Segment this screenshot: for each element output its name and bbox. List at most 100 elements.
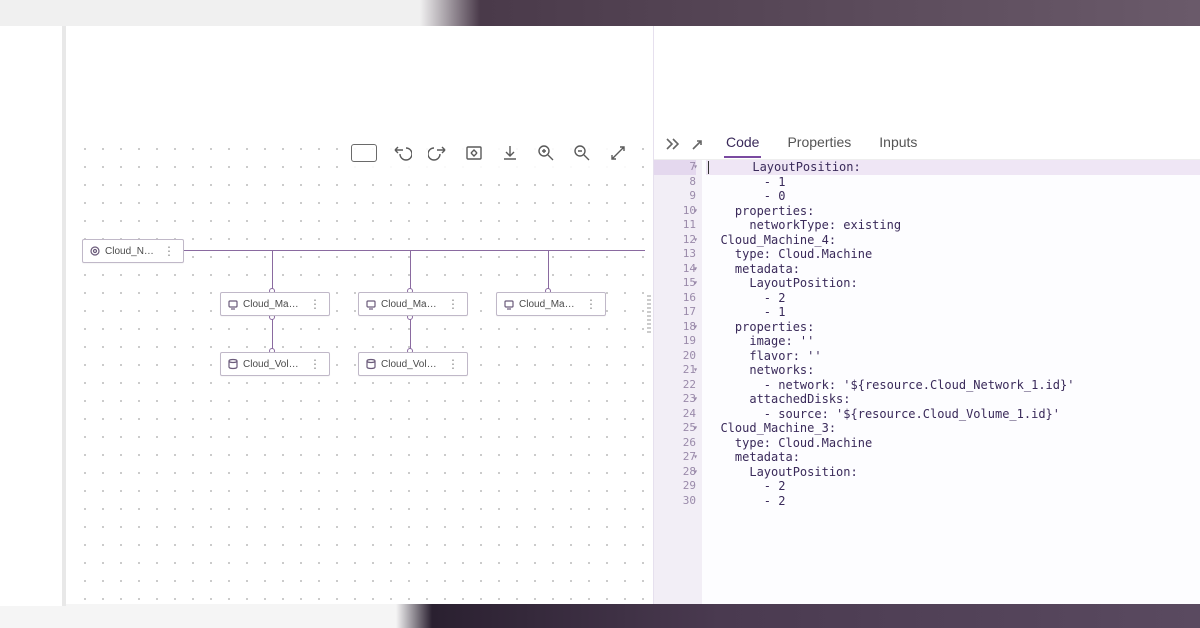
- node-cloud-volume[interactable]: Cloud_Volume... ⋮: [358, 352, 468, 376]
- splitter-grip-icon: [647, 295, 651, 335]
- code-line[interactable]: - 1: [706, 175, 1200, 190]
- connector: [410, 250, 411, 292]
- node-label: Cloud_Networ...: [105, 246, 157, 257]
- download-icon: [500, 143, 520, 163]
- node-menu-button[interactable]: ⋮: [307, 298, 323, 310]
- fold-toggle-icon[interactable]: ▾: [693, 450, 698, 465]
- fold-toggle-icon[interactable]: ▾: [693, 392, 698, 407]
- code-line[interactable]: - 2: [706, 494, 1200, 509]
- node-menu-button[interactable]: ⋮: [161, 245, 177, 257]
- line-number: 11: [654, 218, 696, 233]
- code-text-area[interactable]: LayoutPosition: - 1 - 0 properties: netw…: [702, 160, 1200, 604]
- expand-icon: [608, 143, 628, 163]
- expand-button[interactable]: [607, 142, 629, 164]
- line-number-gutter: 7▾8910▾1112▾1314▾15▾161718▾192021▾2223▾2…: [654, 160, 702, 604]
- undo-button[interactable]: [391, 142, 413, 164]
- fold-toggle-icon[interactable]: ▾: [693, 262, 698, 277]
- code-line[interactable]: - 2: [706, 291, 1200, 306]
- line-number: 22: [654, 378, 696, 393]
- code-line[interactable]: networks:: [706, 363, 1200, 378]
- line-number: 14▾: [654, 262, 696, 277]
- tab-properties[interactable]: Properties: [785, 128, 853, 158]
- code-line[interactable]: image: '': [706, 334, 1200, 349]
- line-number: 17: [654, 305, 696, 320]
- zoom-out-button[interactable]: [571, 142, 593, 164]
- pane-splitter[interactable]: [645, 26, 653, 604]
- line-number: 24: [654, 407, 696, 422]
- left-gutter: [0, 26, 66, 606]
- fold-toggle-icon[interactable]: ▾: [693, 204, 698, 219]
- bottom-border: [0, 604, 1200, 628]
- line-number: 30: [654, 494, 696, 509]
- code-line[interactable]: type: Cloud.Machine: [706, 247, 1200, 262]
- code-line[interactable]: - 1: [706, 305, 1200, 320]
- fold-toggle-icon[interactable]: ▾: [693, 421, 698, 436]
- node-cloud-network[interactable]: Cloud_Networ... ⋮: [82, 239, 184, 263]
- fit-button[interactable]: [463, 142, 485, 164]
- code-line[interactable]: - 0: [706, 189, 1200, 204]
- collapse-panel-button[interactable]: [662, 134, 680, 152]
- line-number: 8: [654, 175, 696, 190]
- node-cloud-volume[interactable]: Cloud_Volume... ⋮: [220, 352, 330, 376]
- top-border: [0, 0, 1200, 26]
- fold-toggle-icon[interactable]: ▾: [693, 465, 698, 480]
- node-label: Cloud_Machin...: [519, 299, 579, 310]
- line-number: 20: [654, 349, 696, 364]
- design-canvas[interactable]: Cloud_Networ... ⋮ Cloud_Machin... ⋮ Clou…: [70, 26, 645, 604]
- redo-button[interactable]: [427, 142, 449, 164]
- popout-button[interactable]: [686, 134, 704, 152]
- node-cloud-machine[interactable]: Cloud_Machin... ⋮: [220, 292, 330, 316]
- zoom-in-icon: [536, 143, 556, 163]
- panel-tabs: Code Properties Inputs: [724, 128, 919, 158]
- keyboard-icon[interactable]: [351, 144, 377, 162]
- code-line[interactable]: metadata:: [706, 450, 1200, 465]
- chevrons-right-icon: [663, 135, 679, 151]
- code-line[interactable]: type: Cloud.Machine: [706, 436, 1200, 451]
- fold-toggle-icon[interactable]: ▾: [693, 233, 698, 248]
- code-line[interactable]: attachedDisks:: [706, 392, 1200, 407]
- line-number: 28▾: [654, 465, 696, 480]
- panel-spacer: [654, 26, 1200, 126]
- volume-icon: [227, 358, 239, 370]
- fold-toggle-icon[interactable]: ▾: [693, 276, 698, 291]
- app-frame: Cloud_Networ... ⋮ Cloud_Machin... ⋮ Clou…: [0, 0, 1200, 628]
- node-menu-button[interactable]: ⋮: [583, 298, 599, 310]
- node-cloud-machine[interactable]: Cloud_Machin... ⋮: [496, 292, 606, 316]
- line-number: 23▾: [654, 392, 696, 407]
- line-number: 10▾: [654, 204, 696, 219]
- machine-icon: [503, 298, 515, 310]
- code-line[interactable]: networkType: existing: [706, 218, 1200, 233]
- canvas-toolbar: [345, 138, 635, 168]
- volume-icon: [365, 358, 377, 370]
- fold-toggle-icon[interactable]: ▾: [693, 160, 698, 175]
- line-number: 16: [654, 291, 696, 306]
- node-menu-button[interactable]: ⋮: [307, 358, 323, 370]
- code-line[interactable]: - network: '${resource.Cloud_Network_1.i…: [706, 378, 1200, 393]
- code-editor[interactable]: 7▾8910▾1112▾1314▾15▾161718▾192021▾2223▾2…: [654, 160, 1200, 604]
- code-line[interactable]: flavor: '': [706, 349, 1200, 364]
- code-line[interactable]: properties:: [706, 204, 1200, 219]
- code-line[interactable]: - 2: [706, 479, 1200, 494]
- node-label: Cloud_Volume...: [381, 359, 441, 370]
- code-line[interactable]: properties:: [706, 320, 1200, 335]
- code-line[interactable]: Cloud_Machine_4:: [706, 233, 1200, 248]
- tab-code[interactable]: Code: [724, 128, 761, 158]
- node-cloud-machine[interactable]: Cloud_Machin... ⋮: [358, 292, 468, 316]
- network-icon: [89, 245, 101, 257]
- fold-toggle-icon[interactable]: ▾: [693, 320, 698, 335]
- download-button[interactable]: [499, 142, 521, 164]
- code-line[interactable]: LayoutPosition:: [706, 465, 1200, 480]
- node-menu-button[interactable]: ⋮: [445, 358, 461, 370]
- code-line[interactable]: metadata:: [706, 262, 1200, 277]
- code-line[interactable]: LayoutPosition:: [706, 160, 1200, 175]
- code-line[interactable]: - source: '${resource.Cloud_Volume_1.id}…: [706, 407, 1200, 422]
- zoom-in-button[interactable]: [535, 142, 557, 164]
- code-line[interactable]: Cloud_Machine_3:: [706, 421, 1200, 436]
- line-number: 29: [654, 479, 696, 494]
- fold-toggle-icon[interactable]: ▾: [693, 363, 698, 378]
- line-number: 7▾: [654, 160, 696, 175]
- tab-inputs[interactable]: Inputs: [877, 128, 919, 158]
- node-menu-button[interactable]: ⋮: [445, 298, 461, 310]
- line-number: 26: [654, 436, 696, 451]
- code-line[interactable]: LayoutPosition:: [706, 276, 1200, 291]
